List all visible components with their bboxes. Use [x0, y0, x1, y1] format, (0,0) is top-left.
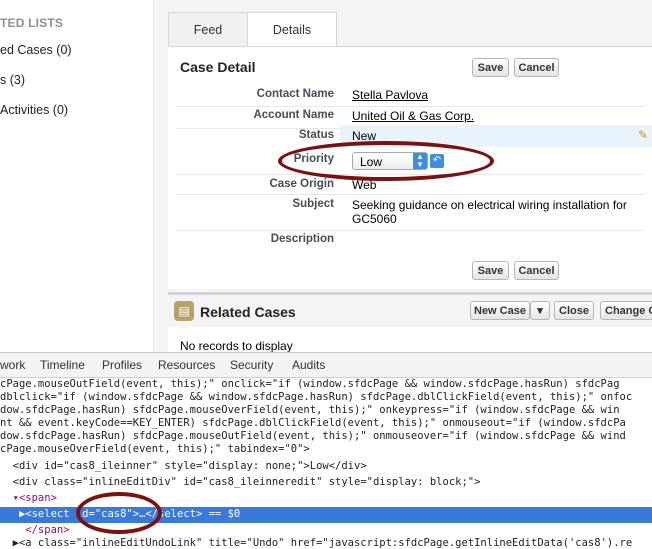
dom-code-line[interactable]: ▶<a class="inlineEditUndoLink" title="Un… — [0, 537, 633, 549]
case-detail-card: Case Detail Save Cancel Contact Name Ste… — [168, 46, 652, 289]
row-divider — [176, 106, 644, 107]
devtools-panel: work Timeline Profiles Resources Securit… — [0, 352, 652, 549]
sidebar-item-list[interactable]: s (3) — [0, 73, 25, 87]
sidebar: TED LISTS ed Cases (0) s (3) Activities … — [0, 0, 154, 352]
dom-code-line[interactable]: dow.sfdcPage.hasRun) sfdcPage.mouseOverF… — [0, 404, 620, 416]
record-tabs: Feed Details — [168, 12, 337, 47]
row-divider — [176, 230, 644, 231]
dom-code-line-select[interactable]: ▶<select id="cas8">…</select> == $0 — [0, 508, 240, 520]
tab-feed[interactable]: Feed — [168, 12, 248, 47]
description-label: Description — [270, 233, 334, 245]
sidebar-item-related-cases[interactable]: ed Cases (0) — [0, 43, 72, 57]
dom-code-line[interactable]: <div id="cas8_ileinner" style="display: … — [0, 460, 367, 472]
subject-label: Subject — [292, 198, 334, 210]
new-case-button[interactable]: New Case — [470, 301, 530, 320]
devtools-tab-audits[interactable]: Audits — [292, 358, 325, 372]
devtools-tab-profiles[interactable]: Profiles — [102, 358, 142, 372]
pencil-edit-icon[interactable]: ✎ — [638, 128, 648, 142]
priority-select[interactable]: Low ▲ ▼ — [352, 152, 428, 170]
case-detail-title: Case Detail — [180, 59, 256, 75]
devtools-tab-bar: work Timeline Profiles Resources Securit… — [0, 353, 652, 378]
row-divider — [176, 174, 644, 175]
cancel-button-bottom[interactable]: Cancel — [514, 261, 559, 280]
main-content: Feed Details Case Detail Save Cancel Con… — [154, 0, 652, 355]
status-label: Status — [298, 129, 334, 141]
related-lists-heading: TED LISTS — [0, 16, 64, 30]
dom-code-line[interactable]: </span> — [0, 524, 69, 536]
save-button-bottom[interactable]: Save — [472, 261, 509, 280]
dom-code-line[interactable]: <div class="inlineEditDiv" id="cas8_ilei… — [0, 476, 481, 488]
dom-code-line[interactable]: cPage.mouseOverField(event, this);" tabi… — [0, 443, 310, 455]
field-priority: Priority Low ▲ ▼ ↶ — [168, 149, 652, 175]
case-origin-label: Case Origin — [269, 178, 334, 190]
field-contact-name: Contact Name Stella Pavlova — [168, 87, 652, 109]
case-origin-value: Web — [352, 178, 377, 192]
contact-name-label: Contact Name — [256, 88, 334, 100]
devtools-tab-timeline[interactable]: Timeline — [40, 358, 85, 372]
dom-code-line[interactable]: cPage.mouseOutField(event, this);" oncli… — [0, 378, 620, 390]
sidebar-item-activities[interactable]: Activities (0) — [0, 103, 68, 117]
related-cases-header: ▤ Related Cases New Case ▾ Close Change … — [168, 295, 652, 327]
new-case-dropdown-icon[interactable]: ▾ — [530, 301, 550, 320]
related-cases-title: Related Cases — [200, 304, 296, 320]
cancel-button[interactable]: Cancel — [514, 58, 559, 77]
field-case-origin: Case Origin Web — [168, 177, 652, 199]
dom-code-line[interactable]: dblclick="if (window.sfdcPage && window.… — [0, 391, 632, 403]
undo-icon[interactable]: ↶ — [430, 154, 444, 168]
field-description: Description — [168, 233, 652, 255]
dom-code-line[interactable]: dow.sfdcPage.hasRun) sfdcPage.mouseOutFi… — [0, 430, 626, 442]
status-edit-highlight — [340, 125, 652, 147]
selected-dom-node[interactable]: ▶<select id="cas8">…</select> == $0 — [0, 507, 652, 523]
no-records-text: No records to display — [180, 339, 293, 353]
status-value: New — [352, 129, 377, 143]
briefcase-icon: ▤ — [174, 301, 194, 321]
account-name-link[interactable]: United Oil & Gas Corp. — [352, 109, 474, 123]
priority-label: Priority — [293, 153, 334, 165]
dom-code-line-span[interactable]: ▾<span> — [0, 492, 57, 504]
field-status[interactable]: Status New ✎ — [168, 125, 652, 149]
devtools-tab-network[interactable]: work — [0, 358, 25, 372]
select-stepper-icon: ▲ ▼ — [413, 153, 427, 169]
dom-code-line[interactable]: nt && event.keyCode==KEY_ENTER) sfdcPage… — [0, 417, 626, 429]
field-subject: Subject Seeking guidance on electrical w… — [168, 197, 652, 233]
contact-name-link[interactable]: Stella Pavlova — [352, 88, 428, 102]
devtools-tab-resources[interactable]: Resources — [158, 358, 215, 372]
related-cases-section: ▤ Related Cases New Case ▾ Close Change … — [168, 292, 652, 355]
close-button[interactable]: Close — [554, 301, 594, 320]
account-name-label: Account Name — [253, 109, 334, 121]
change-owner-button[interactable]: Change O — [600, 301, 652, 320]
subject-value: Seeking guidance on electrical wiring in… — [352, 198, 627, 226]
priority-selected-value: Low — [360, 155, 383, 169]
row-divider — [176, 194, 644, 195]
tab-details[interactable]: Details — [247, 12, 337, 47]
save-button[interactable]: Save — [472, 58, 509, 77]
devtools-tab-security[interactable]: Security — [230, 358, 273, 372]
